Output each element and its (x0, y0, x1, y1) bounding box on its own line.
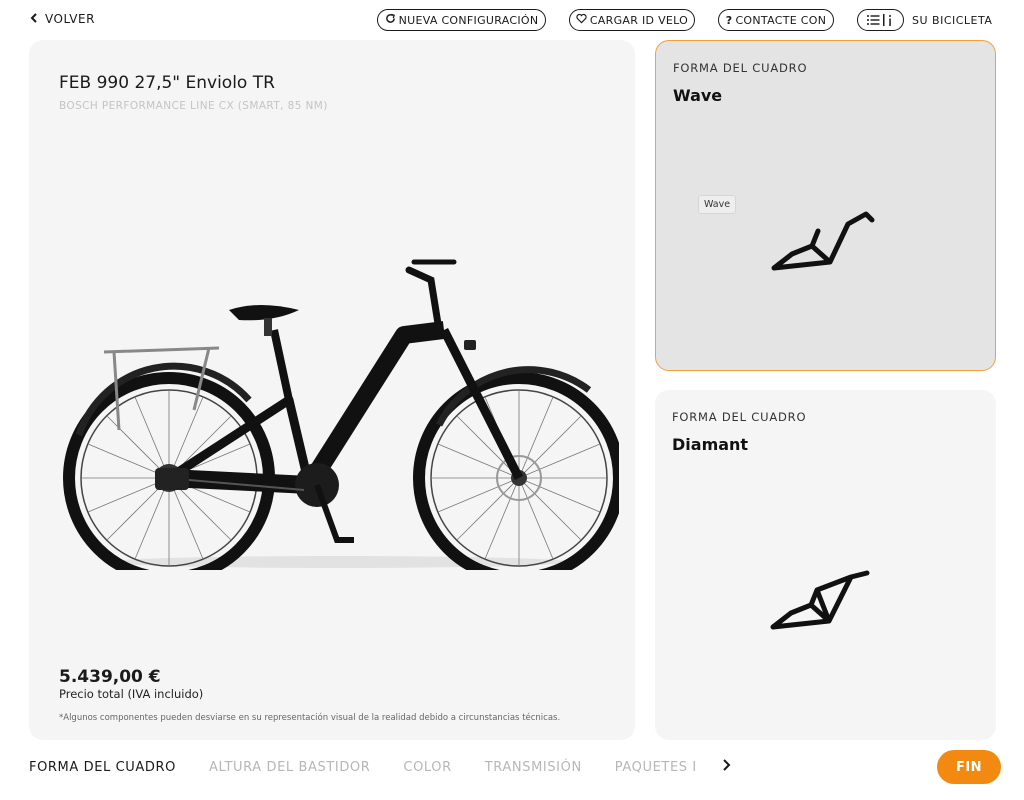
heart-icon (576, 13, 587, 27)
total-price: 5.439,00 € (59, 667, 161, 687)
question-icon: ? (725, 13, 733, 27)
bike-image (63, 259, 619, 570)
contact-button[interactable]: ? CONTACTE CON (718, 9, 834, 31)
option-tooltip: Wave (698, 195, 737, 214)
load-id-label: CARGAR ID VELO (589, 13, 689, 27)
step-color[interactable]: COLOR (403, 760, 451, 775)
option-kicker: FORMA DEL CUADRO (673, 61, 808, 75)
summary-button[interactable]: SU BICICLETA (857, 9, 992, 31)
frame-option-diamant[interactable]: FORMA DEL CUADRO Diamant (655, 390, 996, 740)
back-label: VOLVER (45, 12, 95, 26)
wave-frame-icon (771, 211, 875, 271)
back-button[interactable]: VOLVER (29, 12, 95, 26)
steps-next-button[interactable] (718, 757, 734, 773)
step-transmission[interactable]: TRANSMISIÓN (485, 760, 582, 775)
option-kicker: FORMA DEL CUADRO (672, 410, 807, 424)
contact-label: CONTACTE CON (735, 13, 827, 27)
new-configuration-button[interactable]: NUEVA CONFIGURACIÓN (377, 9, 546, 31)
new-configuration-label: NUEVA CONFIGURACIÓN (398, 13, 539, 27)
step-frame-shape[interactable]: FORMA DEL CUADRO (29, 760, 176, 775)
top-bar: VOLVER NUEVA CONFIGURACIÓN CARGAR ID VEL… (0, 0, 1024, 40)
summary-label: SU BICICLETA (912, 13, 993, 27)
chevron-right-icon (718, 758, 734, 777)
bike-preview-card: FEB 990 27,5" Enviolo TR BOSCH PERFORMAN… (29, 40, 635, 740)
refresh-icon (385, 13, 396, 27)
load-id-button[interactable]: CARGAR ID VELO (569, 9, 695, 31)
chevron-left-icon (29, 12, 39, 26)
step-frame-height[interactable]: ALTURA DEL BASTIDOR (209, 760, 370, 775)
configuration-steps: FORMA DEL CUADRO ALTURA DEL BASTIDOR COL… (29, 757, 728, 777)
step-equipment-packages[interactable]: PAQUETES DE EQUIPAMIENTO (615, 760, 695, 775)
diamant-frame-icon (770, 570, 870, 630)
frame-option-wave[interactable]: FORMA DEL CUADRO Wave Wave (655, 40, 996, 371)
finish-button[interactable]: FIN (937, 750, 1001, 784)
disclaimer: *Algunos componentes pueden desviarse en… (59, 713, 561, 723)
model-name: FEB 990 27,5" Enviolo TR (59, 73, 275, 93)
summary-list-icon (857, 9, 904, 31)
price-note: Precio total (IVA incluido) (59, 687, 204, 701)
option-name: Wave (673, 86, 723, 105)
motor-spec: BOSCH PERFORMANCE LINE CX (SMART, 85 NM) (59, 100, 328, 112)
option-name: Diamant (672, 435, 749, 454)
